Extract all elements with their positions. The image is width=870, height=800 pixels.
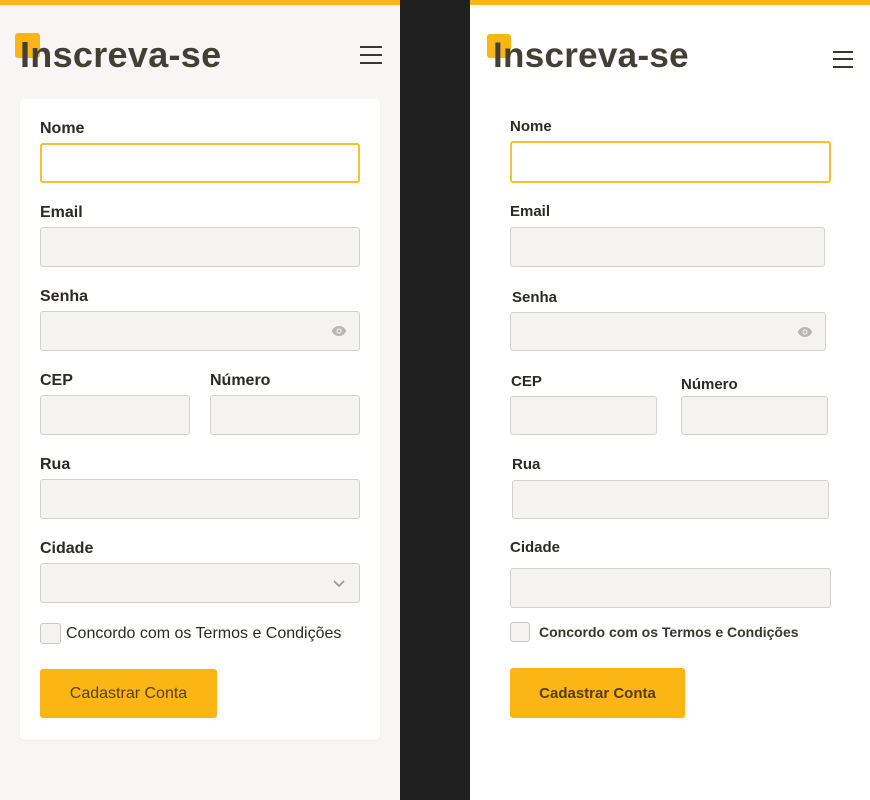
email-field[interactable] — [40, 227, 360, 267]
numero-label: Número — [210, 372, 271, 389]
page-title: Inscreva-se — [20, 34, 222, 75]
terms-checkbox[interactable] — [40, 623, 61, 644]
rua-input[interactable] — [41, 480, 359, 518]
senha-field[interactable] — [510, 312, 826, 351]
senha-input[interactable] — [41, 312, 359, 350]
email-input[interactable] — [41, 228, 359, 266]
cidade-field[interactable] — [510, 568, 831, 608]
cep-field[interactable] — [510, 396, 657, 435]
cep-label: CEP — [40, 372, 73, 389]
cep-input[interactable] — [41, 396, 189, 434]
rua-label: Rua — [512, 456, 541, 473]
nome-label: Nome — [510, 118, 552, 135]
nome-input[interactable] — [512, 143, 829, 181]
email-field[interactable] — [510, 227, 825, 267]
nome-label: Nome — [40, 120, 85, 137]
rua-field[interactable] — [512, 480, 829, 519]
cep-label: CEP — [511, 373, 542, 390]
right-panel: Inscreva-se Nome Email Senha CEP Número … — [470, 0, 870, 800]
numero-field[interactable] — [681, 396, 828, 435]
top-accent-bar — [470, 0, 870, 5]
cep-field[interactable] — [40, 395, 190, 435]
numero-field[interactable] — [210, 395, 360, 435]
cidade-label: Cidade — [40, 540, 94, 557]
email-label: Email — [510, 203, 551, 220]
cidade-input[interactable] — [511, 569, 830, 607]
cidade-label: Cidade — [510, 539, 561, 556]
hamburger-menu-icon[interactable] — [360, 46, 382, 64]
cadastrar-conta-button[interactable]: Cadastrar Conta — [40, 669, 217, 718]
page-title: Inscreva-se — [493, 36, 689, 75]
nome-field[interactable] — [510, 141, 831, 183]
rua-input[interactable] — [513, 481, 828, 518]
chevron-down-icon — [333, 580, 345, 588]
terms-checkbox[interactable] — [510, 622, 530, 642]
terms-label[interactable]: Concordo com os Termos e Condições — [66, 626, 341, 642]
email-label: Email — [40, 204, 83, 221]
numero-input[interactable] — [211, 396, 359, 434]
cidade-select[interactable] — [40, 563, 360, 603]
eye-icon[interactable] — [331, 325, 347, 337]
hamburger-menu-icon[interactable] — [833, 51, 853, 68]
senha-label: Senha — [40, 288, 89, 305]
left-panel: Inscreva-se Nome Email Senha CEP Número — [0, 0, 400, 800]
email-input[interactable] — [511, 228, 824, 266]
cadastrar-conta-button[interactable]: Cadastrar Conta — [510, 668, 685, 718]
nome-field[interactable] — [40, 143, 360, 183]
numero-label: Número — [681, 376, 738, 393]
rua-label: Rua — [40, 456, 71, 473]
numero-input[interactable] — [682, 397, 827, 434]
terms-label[interactable]: Concordo com os Termos e Condições — [539, 625, 799, 639]
cep-input[interactable] — [511, 397, 656, 434]
senha-label: Senha — [512, 289, 558, 306]
rua-field[interactable] — [40, 479, 360, 519]
top-accent-bar — [0, 0, 400, 5]
senha-field[interactable] — [40, 311, 360, 351]
signup-form-card: Nome Email Senha CEP Número Rua Cidade C… — [20, 99, 380, 740]
senha-input[interactable] — [511, 313, 825, 350]
eye-icon[interactable] — [797, 326, 813, 338]
nome-input[interactable] — [42, 145, 358, 181]
